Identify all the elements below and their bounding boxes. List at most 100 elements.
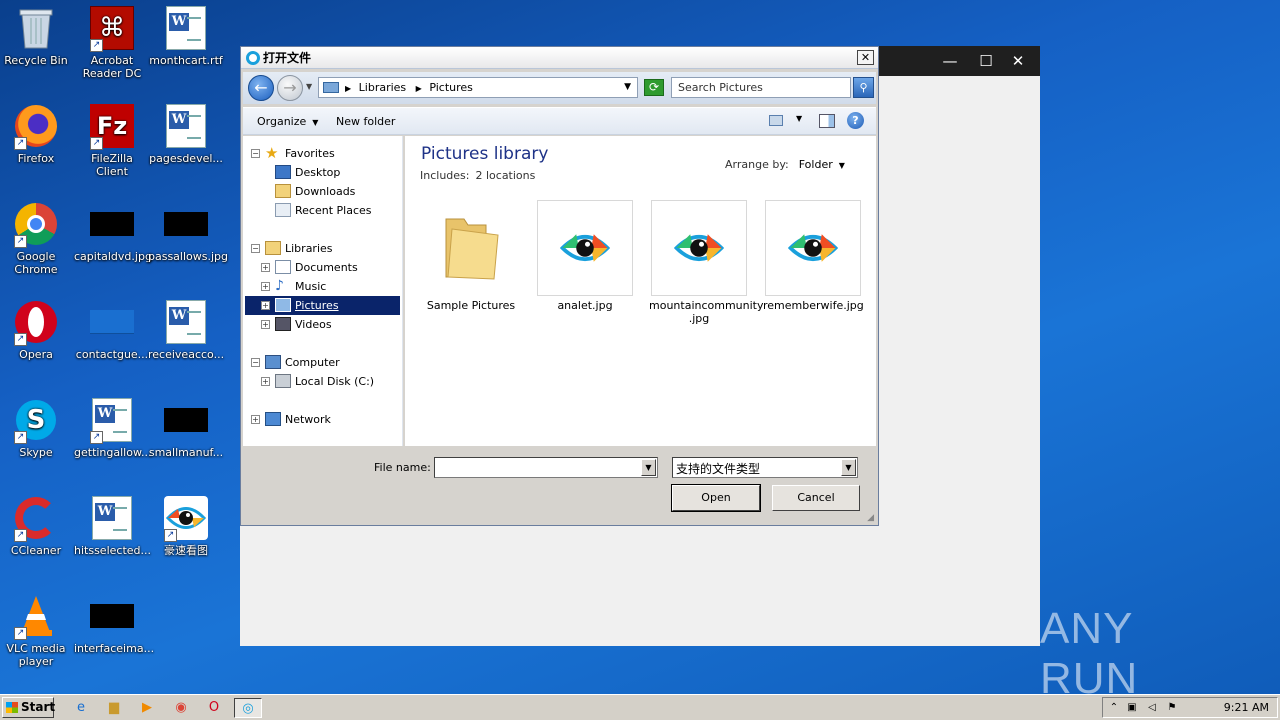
media-player-icon[interactable]: ▶ <box>136 698 158 718</box>
nav-item-desktop[interactable]: Desktop <box>275 163 340 182</box>
breadcrumb-separator-icon[interactable]: ▶ <box>345 84 351 93</box>
organize-label: Organize <box>257 115 307 128</box>
file-type-select[interactable]: 支持的文件类型 ▼ <box>672 457 858 478</box>
nav-item-libraries[interactable]: − Libraries <box>251 239 333 258</box>
file-item-rememberwife[interactable]: rememberwife.jpg <box>763 200 864 312</box>
dialog-titlebar: 打开文件 ✕ <box>241 47 878 69</box>
clock[interactable]: 9:21 AM <box>1224 701 1269 714</box>
desktop-icon-image-viewer[interactable]: ↗ 豪速看图 <box>148 496 224 557</box>
network-tray-icon[interactable]: ▣ <box>1125 701 1139 715</box>
nav-item-documents[interactable]: + Documents <box>261 258 358 277</box>
desktop-icon-ccleaner[interactable]: ↗ CCleaner <box>0 496 74 557</box>
arrange-by-dropdown[interactable]: Folder ▼ <box>799 158 845 171</box>
resize-grip-icon[interactable]: ◢ <box>867 513 874 523</box>
collapse-icon[interactable]: − <box>251 358 260 367</box>
address-dropdown-icon[interactable]: ▼ <box>624 78 631 97</box>
nav-item-favorites[interactable]: − ★ Favorites <box>251 144 335 163</box>
open-button[interactable]: Open <box>671 484 761 512</box>
desktop-icon-filezilla[interactable]: Fz ↗ FileZilla Client <box>74 104 150 178</box>
file-name-input[interactable]: ▼ <box>434 457 658 478</box>
breadcrumb-pictures[interactable]: Pictures <box>429 81 473 94</box>
desktop-icon-passallows[interactable]: passallows.jpg <box>148 202 228 263</box>
minimize-button[interactable]: — <box>934 46 966 76</box>
system-tray: ⌃ ▣ ◁ ⚑ 9:21 AM <box>1102 697 1278 718</box>
desktop-icon-hitsselected[interactable]: hitsselected... <box>74 496 151 557</box>
opera-taskbar-icon[interactable]: O <box>203 698 225 718</box>
desktop-icon-monthcart[interactable]: monthcart.rtf <box>148 6 224 67</box>
desktop-icon-vlc[interactable]: ↗ VLC media player <box>0 594 74 668</box>
image-thumbnail-icon <box>164 202 208 246</box>
desktop-icon-opera[interactable]: ↗ Opera <box>0 300 74 361</box>
desktop-icon-contactgue[interactable]: contactgue... <box>74 300 150 361</box>
nav-item-downloads[interactable]: Downloads <box>275 182 355 201</box>
maximize-button[interactable]: ☐ <box>970 46 1002 76</box>
desktop-icon-smallmanuf[interactable]: smallmanuf... <box>148 398 224 459</box>
libraries-icon <box>265 241 281 255</box>
image-viewer-taskbar-icon[interactable]: ◎ <box>234 698 262 718</box>
nav-item-pictures[interactable]: + Pictures <box>245 296 400 315</box>
desktop-icon-interfaceima[interactable]: interfaceima... <box>74 594 154 655</box>
expand-icon[interactable]: + <box>251 415 260 424</box>
desktop-icon-receiveacco[interactable]: receiveacco... <box>148 300 224 361</box>
app-icon <box>246 51 260 65</box>
breadcrumb-libraries[interactable]: Libraries <box>359 81 407 94</box>
volume-icon[interactable]: ◁ <box>1145 701 1159 715</box>
nav-item-videos[interactable]: + Videos <box>261 315 332 334</box>
view-options-dropdown-icon[interactable]: ▼ <box>796 114 802 123</box>
nav-item-computer[interactable]: − Computer <box>251 353 340 372</box>
refresh-button[interactable]: ⟳ <box>644 79 664 96</box>
nav-item-recent-places[interactable]: Recent Places <box>275 201 372 220</box>
help-icon[interactable]: ? <box>847 112 864 129</box>
chevron-down-icon[interactable]: ▼ <box>641 459 656 476</box>
preview-pane-icon[interactable] <box>819 114 835 128</box>
expand-icon[interactable]: + <box>261 320 270 329</box>
organize-menu[interactable]: Organize ▼ <box>257 115 318 128</box>
change-view-icon[interactable] <box>769 115 783 126</box>
desktop-icon-capitaldvd[interactable]: capitaldvd.jpg <box>74 202 152 263</box>
watermark-logo: ANY RUN <box>1040 604 1139 703</box>
expand-icon[interactable]: + <box>261 282 270 291</box>
search-button[interactable]: ⚲ <box>853 77 874 98</box>
arrange-by-value: Folder <box>798 158 833 171</box>
search-input[interactable]: Search Pictures <box>671 77 851 98</box>
taskbar: Start e ▆ ▶ ◉ O ◎ ⌃ ▣ ◁ ⚑ 9:21 AM <box>0 694 1280 720</box>
back-button[interactable]: ← <box>248 75 274 101</box>
breadcrumb-separator-icon[interactable]: ▶ <box>416 84 422 93</box>
action-center-flag-icon[interactable]: ⚑ <box>1165 701 1179 715</box>
locations-link[interactable]: 2 locations <box>475 169 535 182</box>
file-name: analet.jpg <box>557 299 613 312</box>
close-button[interactable]: ✕ <box>1002 46 1034 76</box>
recent-locations-dropdown[interactable]: ▼ <box>306 82 312 91</box>
nav-item-local-disk[interactable]: + Local Disk (C:) <box>261 372 374 391</box>
desktop-icon-recycle-bin[interactable]: Recycle Bin <box>0 6 74 67</box>
show-hidden-icons-icon[interactable]: ⌃ <box>1107 701 1121 715</box>
nav-item-music[interactable]: + ♪ Music <box>261 277 326 296</box>
desktop-icon-skype[interactable]: S ↗ Skype <box>0 398 74 459</box>
address-bar[interactable]: ▶ Libraries ▶ Pictures ▼ <box>318 77 638 98</box>
internet-explorer-icon[interactable]: e <box>70 698 92 718</box>
new-folder-button[interactable]: New folder <box>336 115 395 128</box>
dialog-close-button[interactable]: ✕ <box>857 50 874 65</box>
open-file-dialog: 打开文件 ✕ ← → ▼ ▶ Libraries ▶ Pictures ▼ ⟳ … <box>240 46 879 526</box>
expand-icon[interactable]: + <box>261 301 270 310</box>
collapse-icon[interactable]: − <box>251 149 260 158</box>
forward-button[interactable]: → <box>277 75 303 101</box>
desktop-icon-chrome[interactable]: ↗ Google Chrome <box>0 202 74 276</box>
desktop-icon-acrobat[interactable]: ⌘ ↗ Acrobat Reader DC <box>74 6 150 80</box>
windows-logo-icon <box>6 702 18 713</box>
file-item-sample-pictures[interactable]: Sample Pictures <box>421 200 521 312</box>
expand-icon[interactable]: + <box>261 263 270 272</box>
file-item-analet[interactable]: analet.jpg <box>535 200 635 312</box>
nav-item-network[interactable]: + Network <box>251 410 331 429</box>
start-button[interactable]: Start <box>2 697 55 718</box>
chrome-taskbar-icon[interactable]: ◉ <box>170 698 192 718</box>
cancel-button[interactable]: Cancel <box>772 485 860 511</box>
desktop-icon-firefox[interactable]: ↗ Firefox <box>0 104 74 165</box>
file-item-mountaincommunity[interactable]: mountaincommunity .jpg <box>649 200 764 325</box>
collapse-icon[interactable]: − <box>251 244 260 253</box>
expand-icon[interactable]: + <box>261 377 270 386</box>
chevron-down-icon[interactable]: ▼ <box>841 459 856 476</box>
desktop-icon-gettingallow[interactable]: ↗ gettingallow... <box>74 398 151 459</box>
desktop-icon-pagesdevel[interactable]: pagesdevel... <box>148 104 224 165</box>
explorer-folder-icon[interactable]: ▆ <box>103 698 125 718</box>
